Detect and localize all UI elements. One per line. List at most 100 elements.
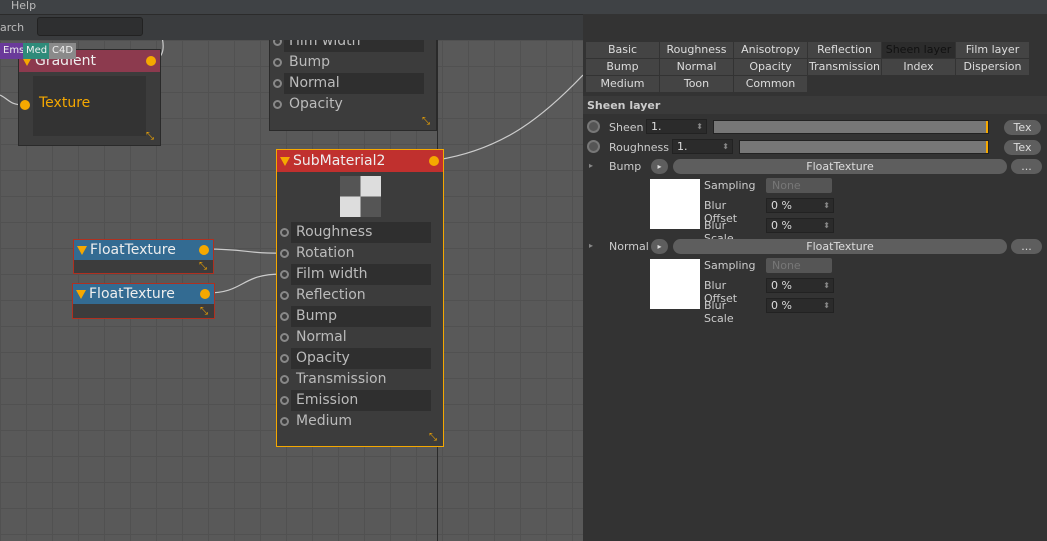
port-label: Emission — [291, 390, 431, 411]
sheen-input[interactable]: 1. ⬍ — [646, 119, 707, 134]
submaterial-node[interactable]: SubMaterial2 Roughness Rotation Film width… — [276, 149, 444, 447]
play-icon[interactable]: ▸ — [651, 159, 668, 174]
play-icon[interactable]: ▸ — [651, 239, 668, 254]
bump-more-button[interactable]: ... — [1011, 159, 1042, 174]
port-row[interactable]: Bump — [270, 52, 436, 73]
collapse-icon[interactable] — [280, 157, 290, 166]
collapse-icon[interactable] — [77, 246, 87, 255]
port-label: Transmission — [296, 371, 387, 387]
tab-normal[interactable]: Normal — [660, 59, 733, 75]
expand-icon[interactable]: ⤡ — [422, 117, 432, 127]
output-port[interactable] — [200, 289, 210, 299]
collapse-icon[interactable] — [76, 290, 86, 299]
tab-sheen-layer[interactable]: Sheen layer — [882, 42, 955, 58]
normal-texture-button[interactable]: FloatTexture — [673, 239, 1007, 254]
sheen-keyframe-icon[interactable] — [587, 120, 600, 133]
node-header[interactable]: SubMaterial2 — [277, 150, 443, 172]
tab-anisotropy[interactable]: Anisotropy — [734, 42, 807, 58]
tab-index[interactable]: Index — [882, 59, 955, 75]
tab-medium[interactable]: Medium — [586, 76, 659, 92]
sampling-label: Sampling — [704, 179, 756, 192]
sheen-slider[interactable] — [713, 120, 989, 134]
port-row[interactable]: Film width — [270, 40, 436, 52]
port-row[interactable]: Opacity — [277, 348, 443, 369]
bump-blur-offset-input[interactable]: 0 % ⬍ — [766, 198, 834, 213]
expand-icon[interactable]: ⤡ — [200, 307, 210, 317]
expand-icon[interactable]: ⤡ — [429, 433, 439, 443]
port-label: Normal — [284, 73, 424, 94]
bump-blur-scale-input[interactable]: 0 % ⬍ — [766, 218, 834, 233]
input-port-icon[interactable] — [280, 417, 289, 426]
port-row[interactable]: Reflection — [277, 285, 443, 306]
input-port[interactable] — [20, 100, 30, 110]
tag-med[interactable]: Med — [23, 43, 51, 59]
roughness-input[interactable]: 1. ⬍ — [672, 139, 733, 154]
normal-sampling-dropdown[interactable]: None — [766, 258, 832, 273]
normal-blur-scale-input[interactable]: 0 % ⬍ — [766, 298, 834, 313]
search-input[interactable] — [37, 17, 143, 36]
port-row[interactable]: Film width — [277, 264, 443, 285]
node-header[interactable]: FloatTexture — [74, 240, 213, 260]
float-texture-node[interactable]: FloatTexture ⤡ — [73, 239, 214, 274]
tab-opacity[interactable]: Opacity — [734, 59, 807, 75]
tab-bump[interactable]: Bump — [586, 59, 659, 75]
input-port-icon[interactable] — [280, 270, 289, 279]
menu-help[interactable]: Help — [11, 0, 36, 12]
node-editor[interactable]: Film width Bump Normal Opacity ⤡ Gradient T… — [0, 40, 583, 541]
material-node[interactable]: Film width Bump Normal Opacity ⤡ — [269, 40, 437, 131]
input-port-icon[interactable] — [280, 312, 289, 321]
roughness-slider[interactable] — [739, 140, 989, 154]
expand-icon[interactable]: ⤡ — [146, 132, 156, 142]
port-row[interactable]: Transmission — [277, 369, 443, 390]
tab-dispersion[interactable]: Dispersion — [956, 59, 1029, 75]
port-label: Film width — [291, 264, 431, 285]
port-row[interactable]: Opacity — [270, 94, 436, 115]
tab-basic[interactable]: Basic — [586, 42, 659, 58]
normal-more-button[interactable]: ... — [1011, 239, 1042, 254]
normal-blur-offset-input[interactable]: 0 % ⬍ — [766, 278, 834, 293]
port-row[interactable]: Normal — [270, 73, 436, 94]
roughness-keyframe-icon[interactable] — [587, 140, 600, 153]
input-port-icon[interactable] — [273, 100, 282, 109]
expand-arrow-icon[interactable]: ▸ — [589, 161, 593, 170]
port-row[interactable]: Rotation — [277, 243, 443, 264]
roughness-tex-button[interactable]: Tex — [1004, 140, 1041, 155]
tab-toon[interactable]: Toon — [660, 76, 733, 92]
port-row[interactable]: Emission — [277, 390, 443, 411]
input-port-icon[interactable] — [280, 354, 289, 363]
tab-common[interactable]: Common — [734, 76, 807, 92]
float-texture-node[interactable]: FloatTexture ⤡ — [72, 283, 215, 319]
output-port[interactable] — [199, 245, 209, 255]
output-port[interactable] — [146, 56, 156, 66]
attribute-panel: Basic Roughness Anisotropy Reflection Sheen … — [583, 40, 1047, 541]
sheen-tex-button[interactable]: Tex — [1004, 120, 1041, 135]
gradient-node[interactable]: Gradient Texture ⤡ — [18, 49, 161, 146]
tab-roughness[interactable]: Roughness — [660, 42, 733, 58]
input-port-icon[interactable] — [273, 79, 282, 88]
expand-icon[interactable]: ⤡ — [199, 262, 209, 272]
tag-c4d[interactable]: C4D — [49, 43, 77, 59]
tab-film-layer[interactable]: Film layer — [956, 42, 1029, 58]
sampling-label: Sampling — [704, 259, 756, 272]
input-port-icon[interactable] — [280, 375, 289, 384]
output-port[interactable] — [429, 156, 439, 166]
input-port-icon[interactable] — [280, 333, 289, 342]
sheen-label: Sheen — [609, 121, 644, 134]
input-port-icon[interactable] — [273, 40, 282, 46]
port-row[interactable]: Medium — [277, 411, 443, 432]
port-label: Medium — [296, 413, 352, 429]
input-port-icon[interactable] — [280, 249, 289, 258]
expand-arrow-icon[interactable]: ▸ — [589, 241, 593, 250]
tab-transmission[interactable]: Transmission — [808, 59, 881, 75]
bump-sampling-dropdown[interactable]: None — [766, 178, 832, 193]
port-row[interactable]: Bump — [277, 306, 443, 327]
input-port-icon[interactable] — [280, 291, 289, 300]
input-port-icon[interactable] — [280, 396, 289, 405]
tab-reflection[interactable]: Reflection — [808, 42, 881, 58]
bump-texture-button[interactable]: FloatTexture — [673, 159, 1007, 174]
input-port-icon[interactable] — [273, 58, 282, 67]
port-row[interactable]: Normal — [277, 327, 443, 348]
input-port-icon[interactable] — [280, 228, 289, 237]
port-row[interactable]: Roughness — [277, 222, 443, 243]
node-header[interactable]: FloatTexture — [73, 284, 214, 304]
